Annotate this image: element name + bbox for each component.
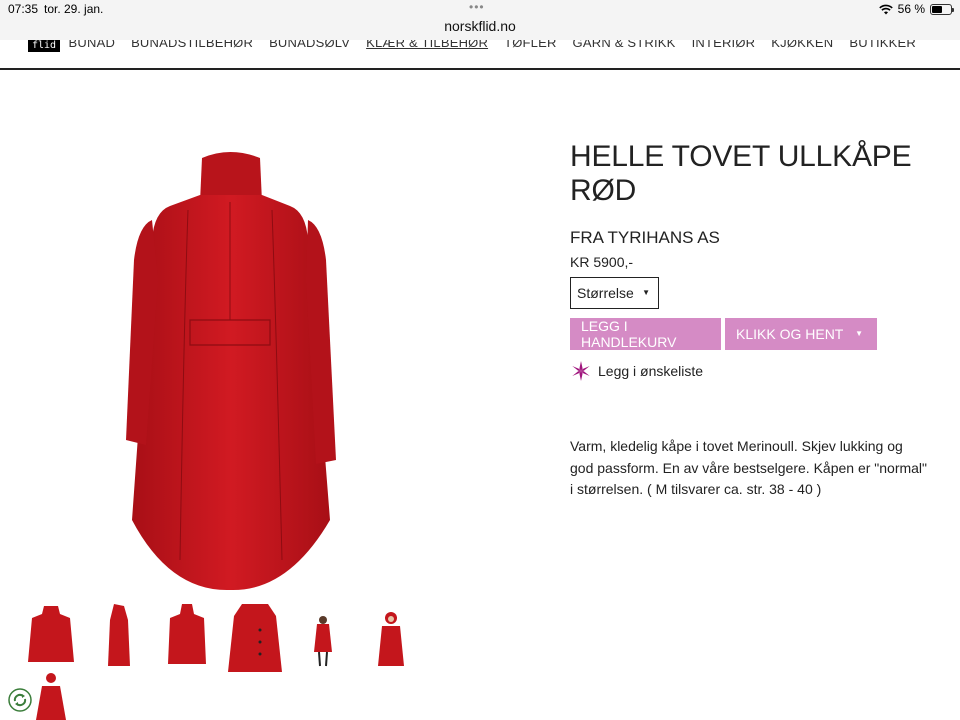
size-select[interactable]: Størrelse ▼ bbox=[570, 277, 659, 309]
recycle-badge-icon[interactable] bbox=[8, 688, 32, 712]
battery-percent: 56 % bbox=[897, 2, 925, 16]
multitasking-dots-icon[interactable]: ••• bbox=[469, 0, 485, 14]
status-date: tor. 29. jan. bbox=[44, 2, 104, 16]
nav-item[interactable]: BUNAD bbox=[69, 40, 116, 50]
add-to-cart-label: LEGG I HANDLEKURV bbox=[581, 318, 677, 350]
nav-item[interactable]: KLÆR & TILBEHØR bbox=[366, 40, 488, 50]
thumbnail-coat-detail[interactable] bbox=[224, 600, 286, 672]
wishlist-link[interactable]: Legg i ønskeliste bbox=[570, 360, 703, 382]
status-indicators: 56 % bbox=[878, 2, 954, 16]
thumbnail-coat-front[interactable] bbox=[20, 600, 82, 672]
thumbnail-coat-back[interactable] bbox=[156, 600, 218, 672]
main-nav: BUNAD BUNADSTILBEHØR BUNADSØLV KLÆR & TILBE… bbox=[69, 40, 916, 50]
nav-item[interactable]: KJØKKEN bbox=[771, 40, 833, 50]
click-and-collect-button[interactable]: KLIKK OG HENT ▼ bbox=[725, 318, 877, 350]
dropdown-arrow-icon: ▼ bbox=[855, 329, 863, 338]
nav-item[interactable]: GARN & STRIKK bbox=[573, 40, 676, 50]
size-select-label: Størrelse bbox=[577, 285, 634, 301]
wifi-icon bbox=[878, 4, 893, 14]
product-brand: FRA TYRIHANS AS bbox=[570, 228, 720, 247]
thumbnail-coat-side[interactable] bbox=[88, 600, 150, 672]
product-info: HELLE TOVET ULLKÅPE RØD FRA TYRIHANS AS … bbox=[570, 140, 940, 497]
product-description: Varm, kledelig kåpe i tovet Merinoull. S… bbox=[570, 438, 928, 497]
wishlist-label: Legg i ønskeliste bbox=[598, 363, 704, 379]
product-title: HELLE TOVET ULLKÅPE RØD bbox=[570, 140, 912, 207]
click-and-collect-label: KLIKK OG HENT bbox=[736, 326, 844, 342]
status-time: 07:35 bbox=[8, 2, 39, 16]
nav-item[interactable]: BUNADSTILBEHØR bbox=[131, 40, 253, 50]
dropdown-arrow-icon: ▼ bbox=[642, 288, 650, 297]
battery-icon bbox=[930, 3, 954, 15]
site-logo[interactable]: flid bbox=[28, 40, 60, 52]
main-product-image[interactable] bbox=[110, 140, 350, 600]
nav-item[interactable]: BUNADSØLV bbox=[269, 40, 350, 50]
add-to-cart-button[interactable]: LEGG I HANDLEKURV bbox=[570, 318, 721, 350]
site-header: flid BUNAD BUNADSTILBEHØR BUNADSØLV KLÆR & … bbox=[0, 40, 960, 70]
star-icon bbox=[572, 361, 590, 381]
product-price: KR 5900,- bbox=[570, 254, 634, 270]
thumbnail-model-full[interactable] bbox=[292, 600, 354, 672]
status-bar: 07:35 tor. 29. jan. ••• norskflid.no 56 … bbox=[0, 0, 960, 40]
thumbnail-model-hood[interactable] bbox=[360, 600, 422, 672]
nav-item[interactable]: TØFLER bbox=[504, 40, 556, 50]
nav-item[interactable]: INTERIØR bbox=[692, 40, 756, 50]
nav-item[interactable]: BUTIKKER bbox=[849, 40, 916, 50]
address-bar-url[interactable]: norskflid.no bbox=[0, 18, 960, 34]
